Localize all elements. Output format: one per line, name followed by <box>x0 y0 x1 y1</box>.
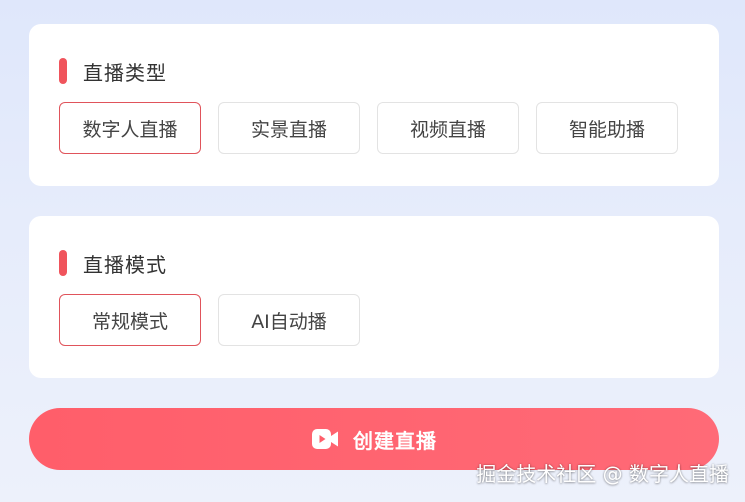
watermark-text: 掘金技术社区 @ 数字人直播 <box>476 462 729 486</box>
live-type-option-smart-assist[interactable]: 智能助播 <box>536 102 678 154</box>
video-camera-icon <box>311 426 339 452</box>
live-mode-header: 直播模式 <box>59 250 167 277</box>
section-accent-bar <box>59 58 67 84</box>
live-type-card: 直播类型 数字人直播 实景直播 视频直播 智能助播 <box>29 24 719 186</box>
live-mode-title: 直播模式 <box>83 252 167 277</box>
create-live-label: 创建直播 <box>353 428 437 453</box>
live-type-option-video[interactable]: 视频直播 <box>377 102 519 154</box>
live-mode-options: 常规模式 AI自动播 <box>59 294 377 346</box>
live-mode-option-regular[interactable]: 常规模式 <box>59 294 201 346</box>
live-type-title: 直播类型 <box>83 60 167 85</box>
live-type-option-digital-human[interactable]: 数字人直播 <box>59 102 201 154</box>
live-mode-card: 直播模式 常规模式 AI自动播 <box>29 216 719 378</box>
live-type-header: 直播类型 <box>59 58 167 85</box>
section-accent-bar <box>59 250 67 276</box>
live-type-option-real-scene[interactable]: 实景直播 <box>218 102 360 154</box>
live-type-options: 数字人直播 实景直播 视频直播 智能助播 <box>59 102 695 154</box>
live-mode-option-ai-auto[interactable]: AI自动播 <box>218 294 360 346</box>
